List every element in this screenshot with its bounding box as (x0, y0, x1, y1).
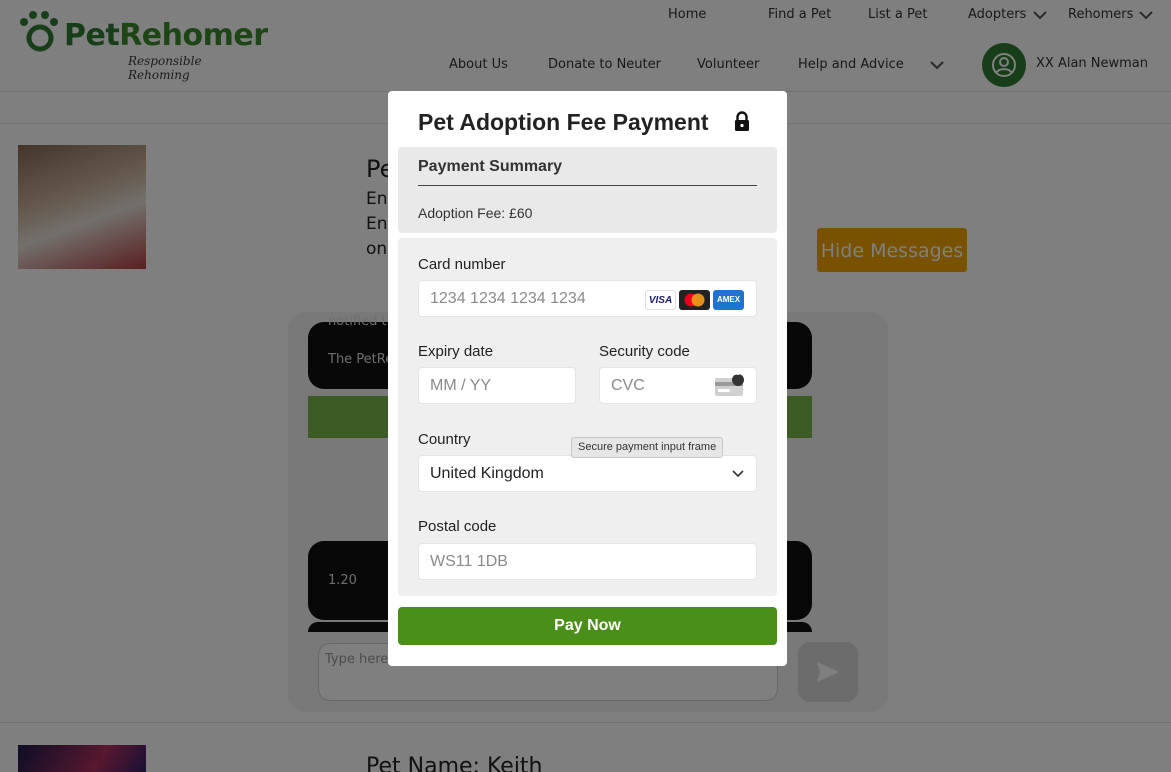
cvc-icon-number: 135 (732, 370, 744, 377)
cvc-placeholder: CVC (611, 377, 645, 394)
country-label: Country (418, 431, 471, 448)
modal-title: Pet Adoption Fee Payment (418, 109, 709, 135)
payment-form: Card number 1234 1234 1234 1234 VISA AME… (398, 238, 777, 596)
visa-icon: VISA (645, 290, 676, 310)
security-code-input[interactable]: CVC 135 (599, 367, 757, 404)
adoption-fee: Adoption Fee: £60 (418, 205, 533, 221)
card-number-label: Card number (418, 256, 506, 273)
postal-code-input[interactable]: WS11 1DB (418, 543, 757, 580)
secure-frame-tooltip: Secure payment input frame (571, 437, 724, 458)
postal-code-label: Postal code (418, 518, 497, 535)
divider (418, 185, 757, 186)
expiry-date-label: Expiry date (418, 343, 494, 360)
card-number-input[interactable]: 1234 1234 1234 1234 VISA AMEX (418, 280, 757, 317)
card-number-placeholder: 1234 1234 1234 1234 (430, 290, 586, 307)
security-code-label: Security code (599, 343, 690, 360)
country-select[interactable]: United Kingdom (418, 455, 757, 492)
lock-icon (735, 111, 749, 131)
mastercard-icon (679, 290, 710, 310)
payment-modal: Pet Adoption Fee Payment Payment Summary… (388, 91, 787, 666)
chevron-down-icon (732, 470, 744, 478)
expiry-date-input[interactable]: MM / YY (418, 367, 576, 404)
payment-summary-title: Payment Summary (418, 158, 563, 175)
payment-summary: Payment Summary Adoption Fee: £60 (398, 147, 777, 233)
amex-icon: AMEX (713, 290, 744, 310)
pay-now-button[interactable]: Pay Now (398, 607, 777, 645)
country-value: United Kingdom (430, 465, 544, 482)
